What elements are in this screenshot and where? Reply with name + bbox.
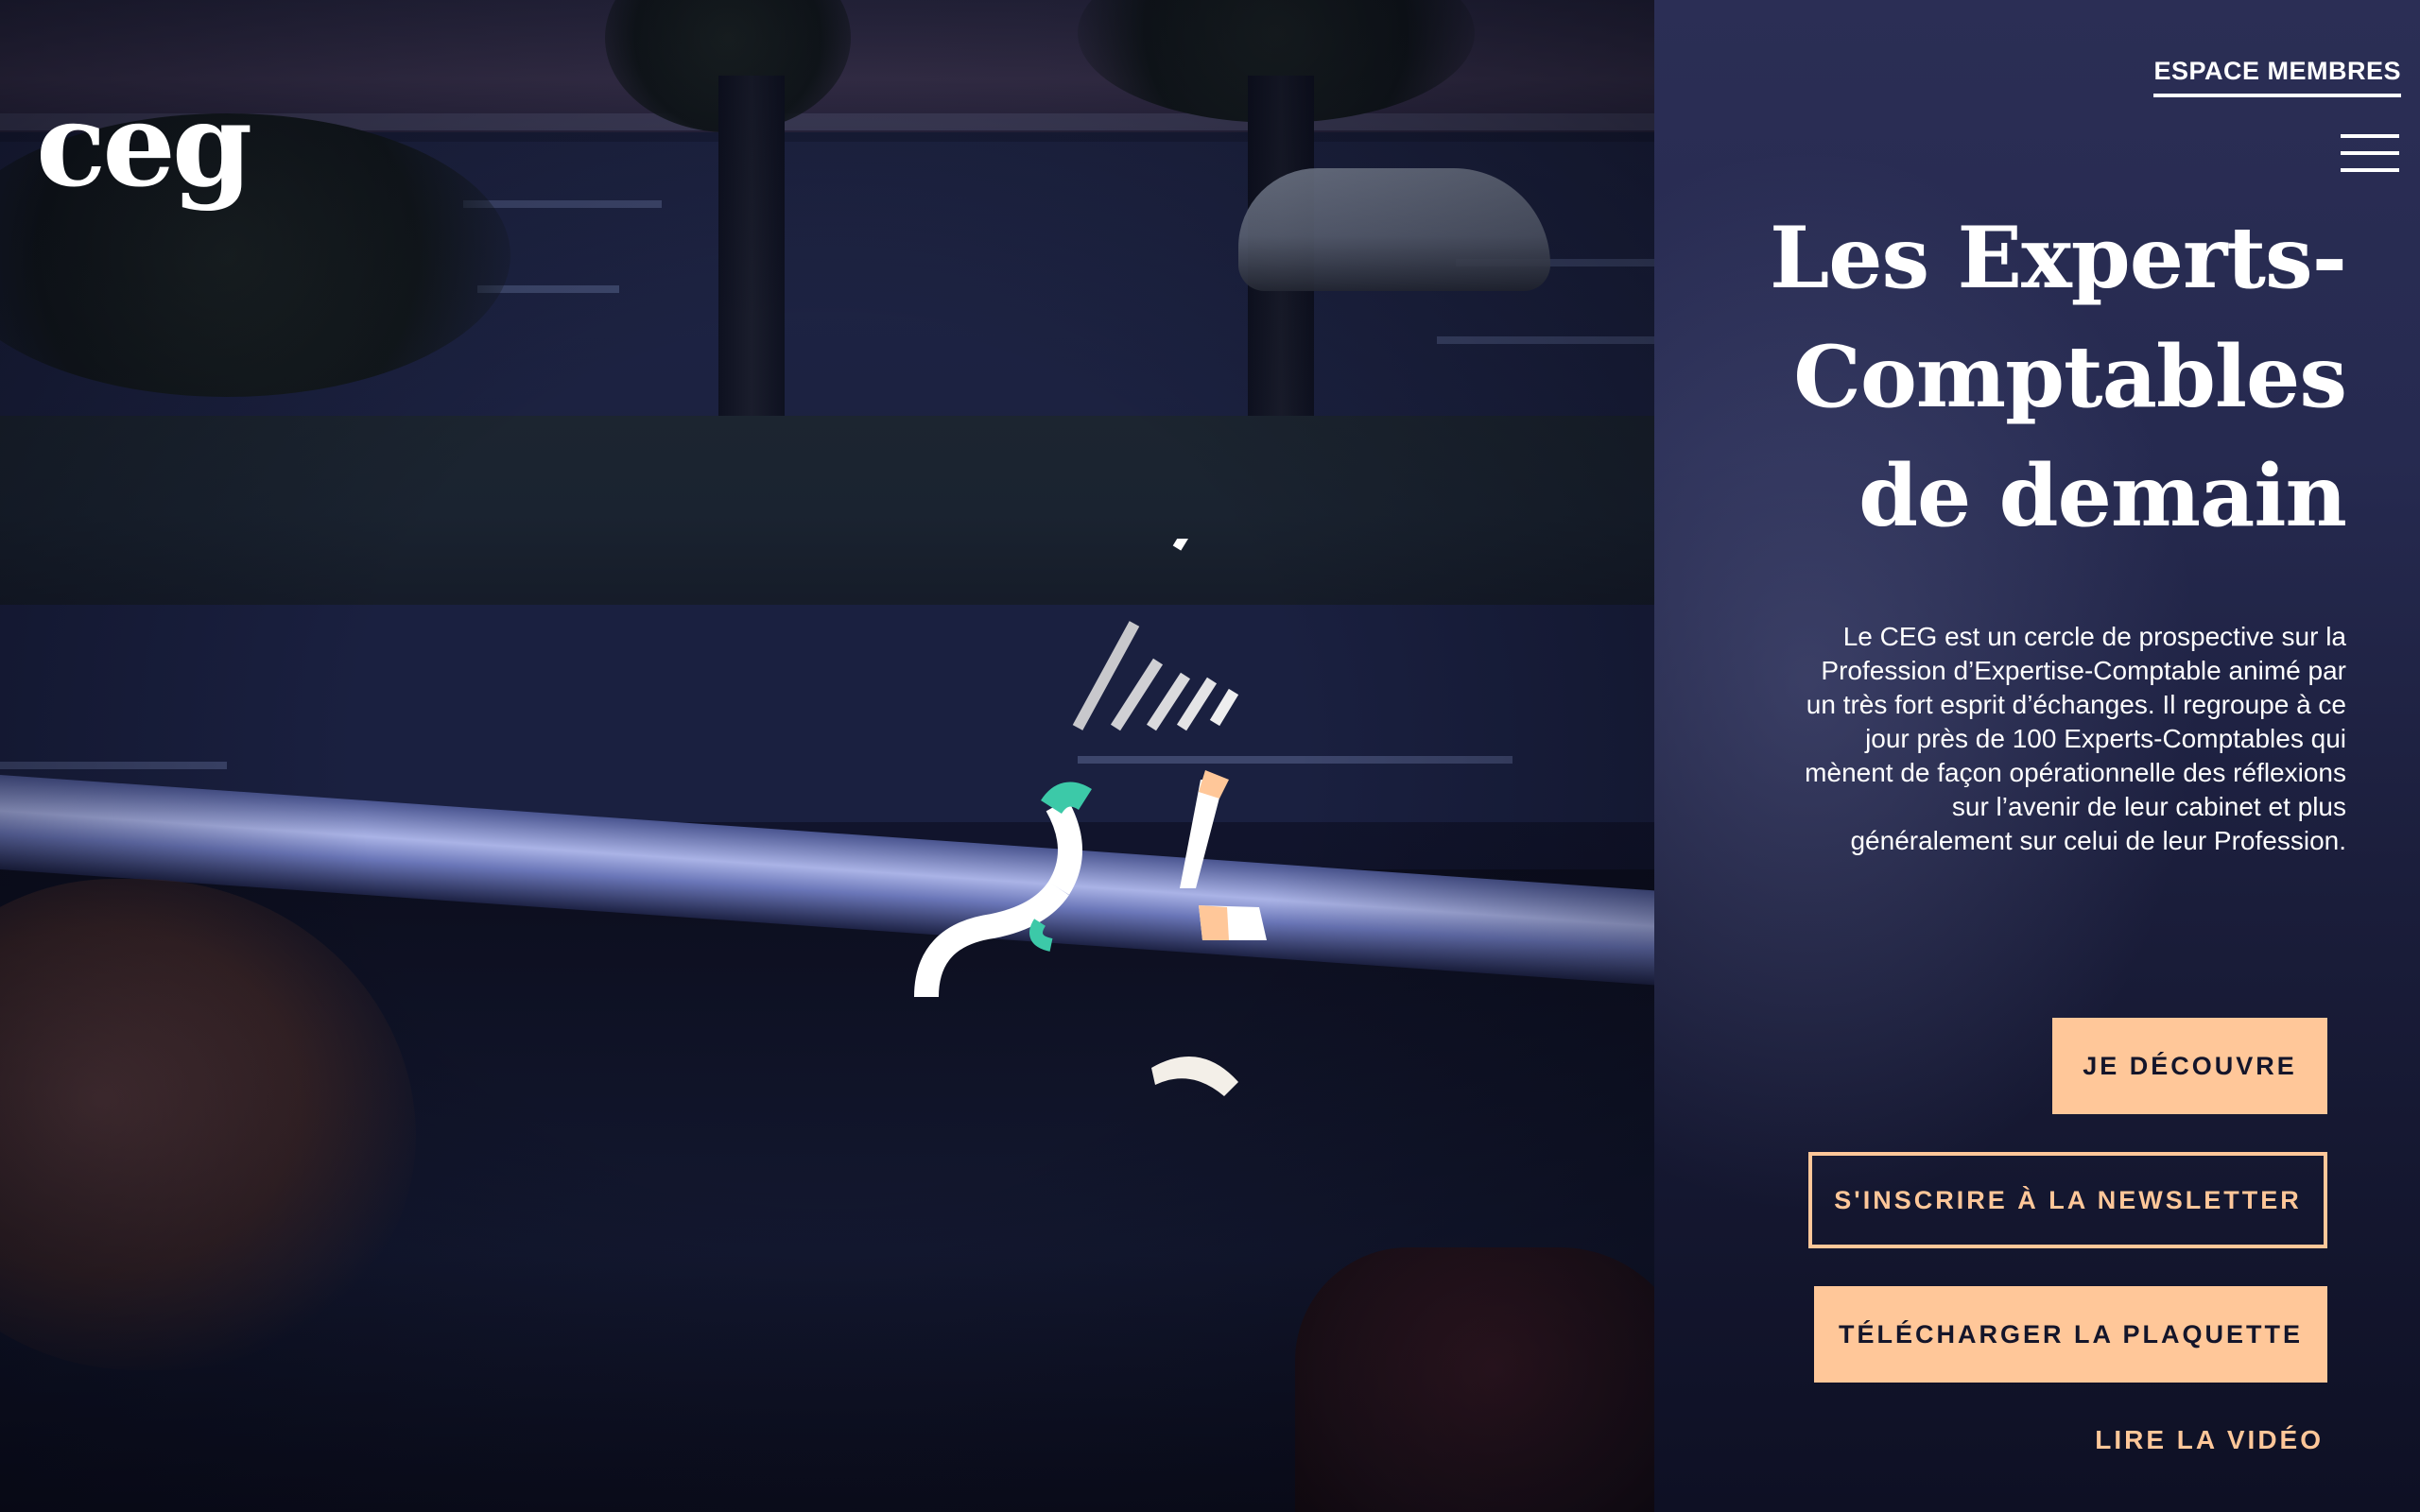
loader-ray [1172,539,1188,551]
newsletter-signup-button[interactable]: S'INSCRIRE À LA NEWSLETTER [1808,1152,2327,1248]
background-video [0,0,1654,1512]
member-area-link[interactable]: ESPACE MEMBRES [2153,57,2401,97]
hero-intro-line: sur l’avenir de leur cabinet et plus [1951,792,2346,821]
hero-intro: Le CEG est un cercle de prospective sur … [1722,620,2346,858]
hero-intro-line: un très fort esprit d’échanges. Il regro… [1806,690,2346,719]
play-video-link[interactable]: LIRE LA VIDÉO [2095,1425,2324,1455]
hero-title-line: de demain [1858,446,2347,546]
menu-bar [2341,168,2399,172]
loader-stroke-teal [1029,919,1053,952]
hero-title-line: Comptables [1793,327,2347,427]
hero-intro-line: mènent de façon opérationnelle des réfle… [1805,758,2346,787]
menu-bar [2341,134,2399,138]
ceg-logo[interactable]: ceg [36,87,252,202]
hero-intro-line: jour près de 100 Experts-Comptables qui [1865,724,2346,753]
hero-title-line: Les Experts- [1769,208,2347,308]
loader-ray [1209,688,1239,727]
loader-rays [1072,539,1239,731]
discover-button[interactable]: JE DÉCOUVRE [2052,1018,2327,1114]
hero-intro-line: généralement sur celui de leur Professio… [1850,826,2346,855]
loader-ray [1176,677,1218,731]
video-vignette [0,0,1654,1512]
hero-panel: ESPACE MEMBRES Les Experts- Comptables d… [1654,0,2420,1512]
loader-stroke-teal [1041,782,1092,815]
loader-stroke-accent [1199,905,1229,940]
loader-stroke [1151,1057,1238,1096]
menu-bar [2341,151,2399,155]
loader-icon [914,539,1267,1096]
page: ceg ESPACE MEMBRES Les Experts- Comptabl… [0,0,2420,1512]
hero-intro-line: Profession d’Expertise-Comptable animé p… [1821,656,2346,685]
loader-stroke [1046,799,1082,895]
hamburger-menu-icon[interactable] [2341,134,2399,172]
download-brochure-button[interactable]: TÉLÉCHARGER LA PLAQUETTE [1814,1286,2327,1383]
hero-title: Les Experts- Comptables de demain [1685,198,2347,556]
hero-intro-line: Le CEG est un cercle de prospective sur … [1842,622,2346,651]
